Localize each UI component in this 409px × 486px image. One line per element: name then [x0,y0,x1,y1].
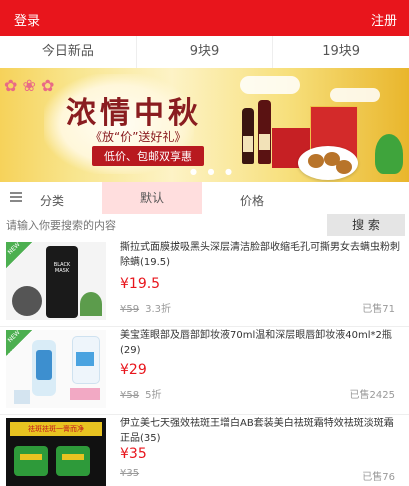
cloud-decoration [240,76,300,94]
wine-bottle-image [258,100,271,164]
top-bar: 登录 注册 [0,0,409,36]
register-link[interactable]: 注册 [371,10,397,29]
product-image[interactable]: 祛斑祛斑一膏而净 [6,418,106,486]
banner-subtitle: 《放“价”送好礼》 [90,130,187,144]
product-image-label: 祛斑祛斑一膏而净 [10,422,102,436]
cloud-decoration [330,88,380,102]
product-image[interactable]: NEW [6,330,106,408]
filter-bar: 分类 默认 价格 [0,182,409,215]
filter-price[interactable]: 价格 [240,192,264,209]
product-price: ¥29 [120,362,147,378]
tab-new-today[interactable]: 今日新品 [0,36,137,68]
product-old-price: ¥59 3.3折 [120,304,171,315]
product-name[interactable]: 美宝莲眼部及唇部卸妆液70ml温和深层眼唇卸妆液40ml*2瓶(29) [120,328,400,358]
product-old-price: ¥58 5折 [120,390,162,401]
new-badge-icon: NEW [6,242,32,268]
mooncake-plate-image [298,146,358,180]
promo-banner[interactable]: ✿ ❀ ✿ 浓情中秋 《放“价”送好礼》 低价、包邮双享惠 ● ● ● [0,68,409,182]
search-input[interactable] [0,214,320,236]
category-tabs: 今日新品 9块9 19块9 [0,36,409,69]
product-item[interactable]: NEW 美宝莲眼部及唇部卸妆液70ml温和深层眼唇卸妆液40ml*2瓶(29) … [0,326,409,415]
search-button[interactable]: 搜 索 [327,214,405,236]
product-price: ¥35 [120,446,147,462]
product-old-price: ¥35 [120,468,140,479]
leaf-decoration [375,134,403,174]
product-sold-count: 已售71 [362,304,395,315]
carousel-dots[interactable]: ● ● ● [190,167,236,176]
filter-category[interactable]: 分类 [40,192,64,209]
tab-19-9[interactable]: 19块9 [273,36,409,68]
login-link[interactable]: 登录 [14,10,40,29]
product-image[interactable]: NEW BLACK MASK [6,242,106,320]
banner-promo-badge: 低价、包邮双享惠 [92,146,204,166]
tab-9-9[interactable]: 9块9 [137,36,274,68]
filter-default[interactable]: 默认 [102,182,202,214]
banner-title: 浓情中秋 [66,96,202,131]
product-sold-count: 已售76 [362,472,395,483]
product-sold-count: 已售2425 [349,390,395,401]
list-icon[interactable] [10,192,22,203]
product-item[interactable]: 祛斑祛斑一膏而净 伊立美七天强效祛斑王增白AB套装美白祛斑霜特效祛斑淡斑霜正品(… [0,414,409,486]
search-bar: 搜 索 [0,214,409,236]
product-name[interactable]: 伊立美七天强效祛斑王增白AB套装美白祛斑霜特效祛斑淡斑霜正品(35) [120,416,400,446]
product-name[interactable]: 撕拉式面膜拔吸黑头深层清洁脸部收缩毛孔可撕男女去螨虫粉刺除螨(19.5) [120,240,400,270]
product-image-label: BLACK MASK [53,262,71,274]
wine-bottle-image [242,108,254,164]
product-price: ¥19.5 [120,276,161,292]
product-item[interactable]: NEW BLACK MASK 撕拉式面膜拔吸黑头深层清洁脸部收缩毛孔可撕男女去螨… [0,238,409,327]
new-badge-icon: NEW [6,330,32,356]
